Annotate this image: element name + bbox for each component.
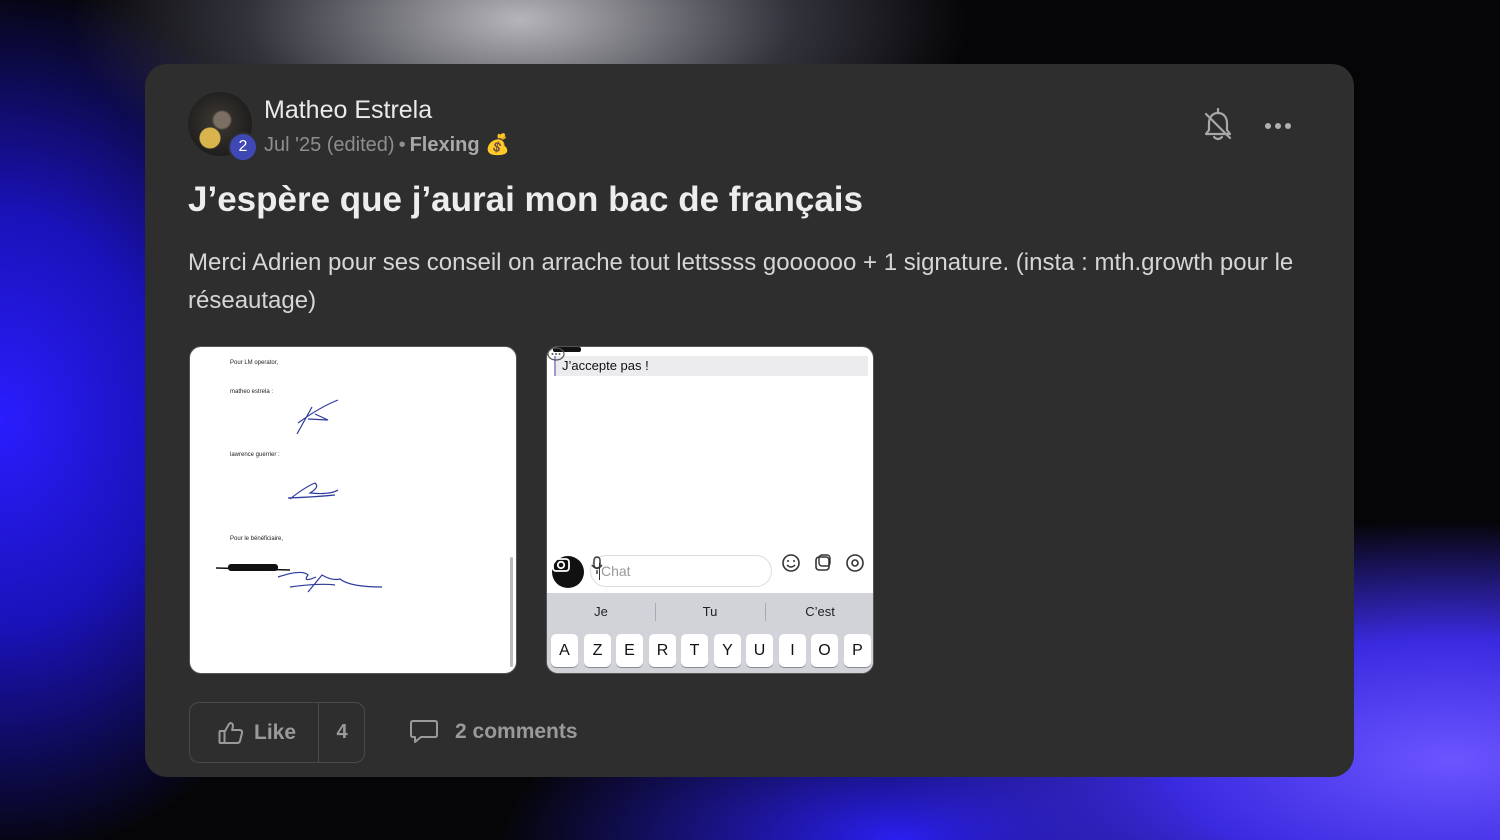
chat-input-placeholder: Chat	[601, 563, 631, 579]
chat-message: J’accepte pas !	[554, 356, 868, 376]
key-y: Y	[714, 634, 741, 667]
like-group: Like 4	[189, 702, 365, 763]
comments-button[interactable]: 2 comments	[409, 714, 578, 750]
key-r: R	[649, 634, 676, 667]
key-t: T	[681, 634, 708, 667]
emoji-icon	[782, 554, 800, 572]
meta-separator: •	[398, 134, 406, 156]
more-horizontal-icon	[1265, 123, 1291, 129]
chat-input-bar: Chat	[547, 553, 873, 593]
suggestion-1: Je	[594, 604, 608, 619]
comment-icon	[410, 720, 438, 743]
virtual-keyboard: Je Tu C’est A Z E R T Y U I O P	[547, 593, 873, 673]
like-count[interactable]: 4	[319, 703, 365, 762]
key-o: O	[811, 634, 838, 667]
attachment-signature-document[interactable]: Pour LM operator, matheo estrela : lawre…	[189, 346, 517, 674]
more-options-button[interactable]	[1263, 114, 1297, 138]
bell-off-icon	[1204, 107, 1232, 141]
author-name[interactable]: Matheo Estrela	[264, 96, 432, 125]
key-i: I	[779, 634, 806, 667]
document-scrollbar	[510, 557, 513, 667]
chat-input-field: Chat	[590, 555, 772, 587]
level-badge: 2	[228, 132, 258, 162]
suggestion-2: Tu	[702, 604, 718, 619]
key-u: U	[746, 634, 773, 667]
location-icon	[846, 554, 864, 572]
post-title: J’espère que j’aurai mon bac de français	[188, 180, 863, 219]
post-body: Merci Adrien pour ses conseil on arrache…	[188, 249, 1294, 314]
like-button[interactable]: Like	[190, 703, 318, 762]
post-card: 2 Matheo Estrela Jul '25 (edited) • Flexin…	[145, 64, 1354, 777]
post-meta: Jul '25 (edited) • Flexing 💰	[264, 132, 510, 157]
attachment-chat-screenshot[interactable]: J’accepte pas ! Chat Je Tu C’est A Z E R…	[546, 346, 874, 674]
post-date: Jul '25 (edited)	[264, 134, 395, 156]
like-label: Like	[254, 720, 297, 744]
camera-icon	[552, 558, 570, 572]
key-a: A	[551, 634, 578, 667]
post-category[interactable]: Flexing 💰	[410, 134, 510, 156]
sticker-icon	[815, 554, 831, 571]
thumbs-up-icon	[218, 721, 244, 744]
signatures-drawing	[215, 399, 383, 593]
key-e: E	[616, 634, 643, 667]
chat-bubble-icon	[547, 347, 565, 361]
comments-label: 2 comments	[455, 720, 578, 743]
microphone-icon	[591, 556, 603, 574]
key-p: P	[844, 634, 871, 667]
suggestion-3: C’est	[805, 604, 835, 619]
notification-toggle-button[interactable]	[1203, 107, 1233, 144]
key-z: Z	[584, 634, 611, 667]
camera-button	[552, 556, 584, 588]
